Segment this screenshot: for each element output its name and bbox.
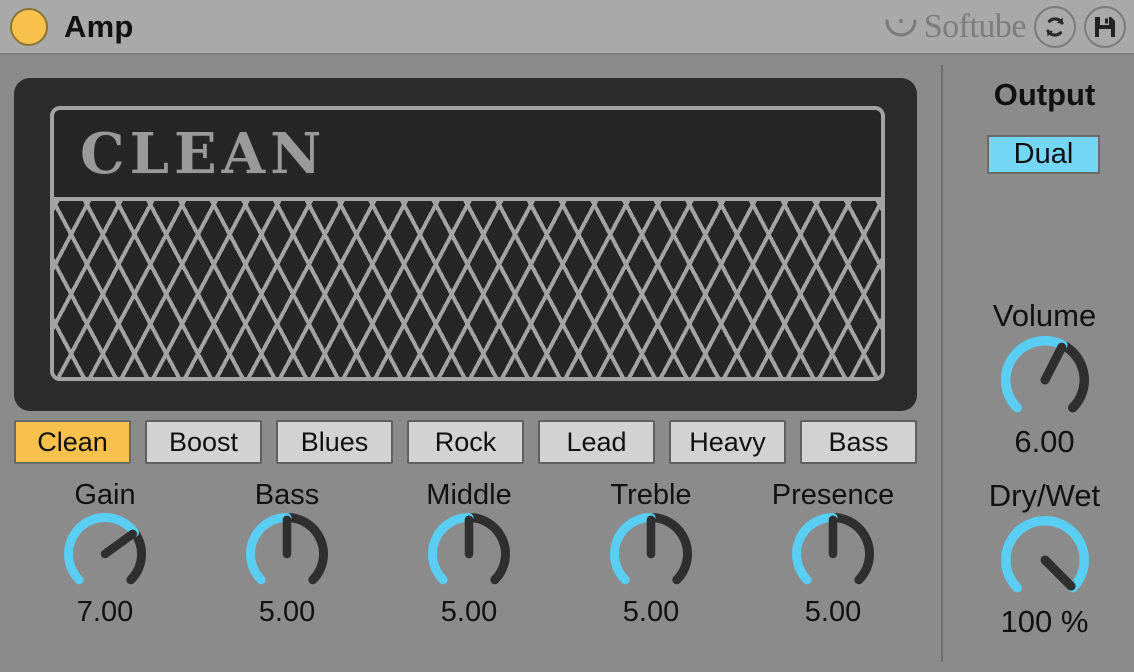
knob-label-treble: Treble bbox=[610, 479, 692, 511]
floppy-save-glyph bbox=[1095, 16, 1115, 37]
knob-arc bbox=[126, 528, 146, 585]
knob-arc bbox=[1057, 339, 1089, 413]
amp-knob-row: Gain 7.00 Bass 5.00 Middle 5.00 Treble 5.00 Pres… bbox=[14, 480, 924, 628]
knob-label-presence: Presence bbox=[771, 479, 895, 511]
volume-knob-value: 6.00 bbox=[1014, 423, 1075, 459]
preset-button-bass[interactable]: Bass bbox=[800, 420, 917, 464]
refresh-sync-icon[interactable] bbox=[1034, 5, 1076, 48]
knob-arc bbox=[246, 513, 292, 585]
preset-button-rock[interactable]: Rock bbox=[407, 420, 524, 464]
knob-dial[interactable] bbox=[1000, 335, 1090, 425]
knob-cell-bass: Bass 5.00 bbox=[196, 480, 378, 628]
preset-button-blues[interactable]: Blues bbox=[276, 420, 393, 464]
floppy-save-icon[interactable] bbox=[1084, 5, 1126, 48]
knob-cell-treble: Treble 5.00 bbox=[560, 480, 742, 628]
knob-dial[interactable] bbox=[609, 512, 693, 596]
softube-smile-icon bbox=[885, 18, 917, 37]
knob-pointer bbox=[1039, 342, 1066, 385]
preset-button-clean[interactable]: Clean bbox=[14, 420, 131, 464]
knob-arc bbox=[1000, 335, 1068, 413]
knob-cell-middle: Middle 5.00 bbox=[378, 480, 560, 628]
knob-dial[interactable] bbox=[427, 512, 511, 596]
volume-knob-graphic bbox=[1000, 333, 1090, 425]
softube-wordmark: Softube bbox=[923, 7, 1027, 45]
knob-cell-presence: Presence 5.00 bbox=[742, 480, 924, 628]
knob-value-gain[interactable]: 7.00 bbox=[77, 597, 133, 628]
knob-arc bbox=[610, 513, 656, 585]
power-toggle-circle-icon[interactable] bbox=[10, 7, 48, 46]
knob-pointer bbox=[1039, 555, 1076, 591]
amp-cabinet-inner: CLEAN bbox=[50, 106, 885, 381]
knob-value-treble[interactable]: 5.00 bbox=[623, 597, 679, 628]
knob-dial[interactable] bbox=[1000, 515, 1090, 605]
drywet-knob-label: Dry/Wet bbox=[988, 478, 1101, 513]
knob-arc bbox=[646, 513, 692, 585]
diamond-lattice-grille-icon bbox=[54, 201, 881, 377]
drywet-knob-graphic bbox=[1000, 513, 1090, 605]
knob-arc bbox=[464, 513, 510, 585]
knob-label-gain: Gain bbox=[74, 479, 136, 511]
softube-brand-logo: Softube bbox=[884, 7, 1027, 45]
volume-knob-cell: Volume 6.00 bbox=[955, 298, 1134, 459]
knob-arc bbox=[1000, 515, 1089, 593]
preset-button-lead[interactable]: Lead bbox=[538, 420, 655, 464]
amp-model-button-row: Clean Boost Blues Rock Lead Heavy Bass bbox=[14, 420, 917, 464]
device-body: CLEAN Clean Boost Blues Rock Lead Heavy Bass G… bbox=[0, 55, 1134, 672]
volume-knob-label: Volume bbox=[992, 298, 1097, 333]
output-label: Output bbox=[993, 77, 1096, 112]
amp-device-panel: Amp Softube CLEAN Clean Boost Blues Rock… bbox=[0, 0, 1134, 672]
amp-model-name: CLEAN bbox=[80, 120, 327, 187]
knob-arc bbox=[64, 513, 140, 585]
knob-arc bbox=[428, 513, 474, 585]
amp-cabinet-graphic: CLEAN bbox=[14, 78, 917, 411]
knob-dial[interactable] bbox=[791, 512, 875, 596]
knob-dial[interactable] bbox=[63, 512, 147, 596]
knob-arc bbox=[828, 513, 874, 585]
knob-arc bbox=[282, 513, 328, 585]
preset-button-boost[interactable]: Boost bbox=[145, 420, 262, 464]
knob-pointer bbox=[100, 530, 137, 559]
knob-label-bass: Bass bbox=[254, 479, 320, 511]
knob-value-bass[interactable]: 5.00 bbox=[259, 597, 315, 628]
knob-cell-gain: Gain 7.00 bbox=[14, 480, 196, 628]
knob-label-middle: Middle bbox=[426, 479, 512, 511]
knob-arc bbox=[792, 513, 838, 585]
output-mode-selector[interactable]: Dual bbox=[987, 135, 1100, 174]
refresh-sync-glyph bbox=[1046, 16, 1064, 37]
amp-model-panel: CLEAN bbox=[54, 110, 881, 201]
knob-dial[interactable] bbox=[245, 512, 329, 596]
titlebar-right-group: Softube bbox=[884, 5, 1126, 48]
knob-value-middle[interactable]: 5.00 bbox=[441, 597, 497, 628]
page-title: Amp bbox=[64, 8, 134, 44]
device-title-bar: Amp Softube bbox=[0, 0, 1134, 55]
knob-value-presence[interactable]: 5.00 bbox=[805, 597, 861, 628]
output-section: Output Dual Volume 6.00 Dry/Wet 100 % bbox=[955, 55, 1134, 672]
drywet-knob-cell: Dry/Wet 100 % bbox=[955, 478, 1134, 639]
preset-button-heavy[interactable]: Heavy bbox=[669, 420, 786, 464]
section-divider bbox=[941, 65, 943, 662]
drywet-knob-value: 100 % bbox=[1000, 603, 1089, 639]
